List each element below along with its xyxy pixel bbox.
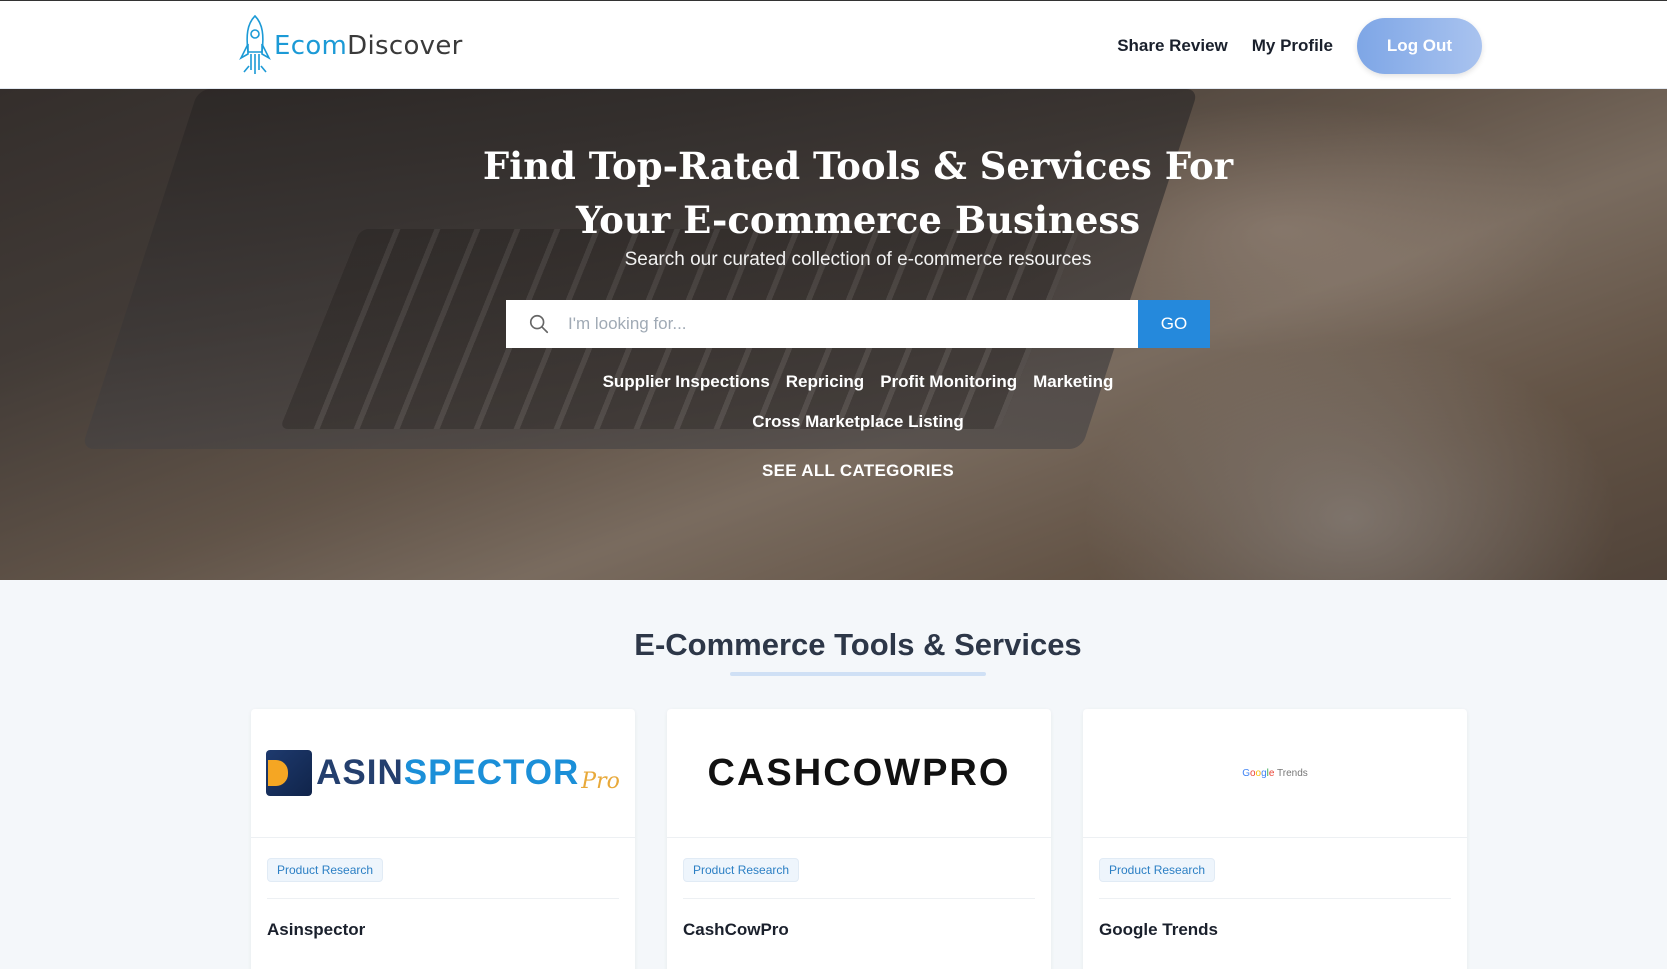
cashcowpro-logo: CASHCOWPRO [707,751,1011,794]
asinspector-logo-pro: Pro [581,768,620,794]
search-box [506,300,1138,348]
tool-card-logo: CASHCOWPRO [667,709,1051,838]
category-link-repricing[interactable]: Repricing [786,372,864,392]
hero-title: Find Top-Rated Tools & Services For Your… [0,139,1667,247]
google-trends-logo-trends: Trends [1274,767,1308,779]
site-header: EcomDiscover Share Review My Profile Log… [0,0,1667,89]
tool-name[interactable]: Google Trends [1099,920,1451,940]
hero-subtitle: Search our curated collection of e-comme… [624,249,1092,270]
tool-card[interactable]: Google Trends Product Research Google Tr… [1083,709,1467,969]
tool-card-body: Product Research Asinspector [251,838,635,940]
search-input[interactable] [568,300,1138,348]
category-links-row: Supplier Inspections Repricing Profit Mo… [0,372,1667,392]
category-tag[interactable]: Product Research [1099,858,1216,882]
category-link-supplier-inspections[interactable]: Supplier Inspections [603,372,770,392]
category-link-marketing[interactable]: Marketing [1033,372,1113,392]
tool-card-body: Product Research Google Trends [1083,838,1467,940]
logo-text: EcomDiscover [274,31,463,61]
tool-card-body: Product Research CashCowPro [667,838,1051,940]
tool-name[interactable]: Asinspector [267,920,619,940]
hero-section: Find Top-Rated Tools & Services For Your… [0,89,1667,580]
card-divider [267,898,619,899]
asinspector-logo-text-b: SPECTOR [403,753,580,792]
tool-card[interactable]: CASHCOWPRO Product Research CashCowPro [667,709,1051,969]
section-title-underline [730,672,986,676]
category-link-profit-monitoring[interactable]: Profit Monitoring [880,372,1017,392]
card-divider [1099,898,1451,899]
see-all-categories-link[interactable]: SEE ALL CATEGORIES [0,461,1667,481]
share-review-link[interactable]: Share Review [1117,36,1228,56]
tool-card-logo: Google Trends [1083,709,1467,838]
log-out-button[interactable]: Log Out [1357,18,1482,74]
main-nav: Share Review My Profile Log Out [1117,17,1482,75]
asinspector-logo-text: ASINSPECTOR [316,753,579,793]
rocket-logo-icon [239,14,271,74]
tool-name[interactable]: CashCowPro [683,920,1035,940]
hero-title-line2: Your E-commerce Business [575,198,1141,242]
site-logo[interactable]: EcomDiscover [236,13,463,79]
google-trends-logo: Google Trends [1242,768,1308,779]
my-profile-link[interactable]: My Profile [1252,36,1333,56]
category-link-cross-marketplace-listing[interactable]: Cross Marketplace Listing [752,412,964,432]
asinspector-logo-text-a: ASIN [316,753,404,792]
logo-text-ecom: Ecom [274,31,348,61]
asinspector-gear-icon [266,750,313,796]
category-links-row: Cross Marketplace Listing [0,412,1667,432]
search-go-button[interactable]: GO [1138,300,1210,348]
search-icon [529,314,549,334]
asinspector-logo: ASINSPECTOR Pro [266,750,620,796]
google-trends-logo-letter: G [1242,767,1250,779]
section-title: E-Commerce Tools & Services [634,627,1082,662]
tool-card-logo: ASINSPECTOR Pro [251,709,635,838]
tool-card[interactable]: ASINSPECTOR Pro Product Research Asinspe… [251,709,635,969]
card-divider [683,898,1035,899]
category-tag[interactable]: Product Research [683,858,800,882]
hero-title-line1: Find Top-Rated Tools & Services For [482,144,1234,188]
category-tag[interactable]: Product Research [267,858,384,882]
logo-text-discover: Discover [347,31,463,61]
